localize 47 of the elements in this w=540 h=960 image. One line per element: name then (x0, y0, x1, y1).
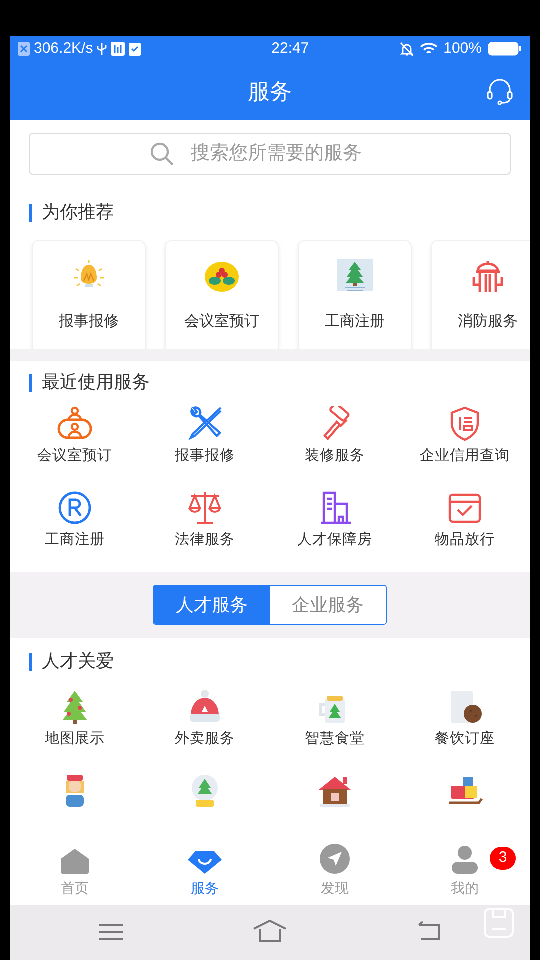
usb-icon (97, 42, 108, 56)
diamond-smile-icon (188, 850, 222, 874)
section-title: 最近使用服务 (42, 371, 150, 394)
service-link[interactable]: 地图展示 (45, 729, 105, 751)
search-input: 搜索您所需要的服务 (191, 140, 391, 168)
clipboard-check-icon (129, 42, 142, 56)
service-link[interactable]: 会议室预订 (38, 446, 112, 468)
holly-icon (204, 259, 240, 295)
tab-bar-item[interactable]: 我的 3 (400, 843, 530, 905)
service-link[interactable]: 外卖服务 (175, 729, 235, 751)
page-title: 服务 (248, 78, 292, 106)
service-link[interactable]: 餐饮订座 (435, 729, 495, 751)
home-icon[interactable] (253, 919, 287, 943)
wifi-icon (420, 42, 438, 56)
service-link[interactable]: 工商注册 (45, 530, 105, 552)
user-icon (452, 846, 478, 874)
muted-bell-icon (400, 42, 414, 56)
service-link[interactable]: 装修服务 (305, 446, 365, 468)
section-title: 人才关爱 (42, 650, 114, 673)
wrench-screwdriver-icon (187, 406, 223, 442)
section-title: 为你推荐 (42, 201, 114, 224)
registered-icon (57, 490, 93, 526)
home-icon (60, 848, 90, 874)
data-icon (111, 42, 126, 56)
segment-tab[interactable]: 人才服务 (154, 586, 270, 624)
beanie-icon (187, 689, 223, 725)
scales-icon (187, 490, 223, 526)
service-link[interactable]: 企业信用查询 (420, 446, 510, 468)
sim-icon (18, 42, 30, 56)
battery-icon (488, 42, 522, 56)
notification-badge: 3 (490, 847, 516, 870)
search-field[interactable]: 搜索您所需要的服务 (29, 133, 511, 175)
service-link[interactable]: 报事报修 (175, 446, 235, 468)
service-link[interactable]: 物品放行 (435, 530, 495, 552)
tab-bar-item[interactable]: 服务 (140, 843, 270, 905)
search-icon (149, 141, 175, 167)
hydrant-icon (470, 259, 506, 295)
menu-icon[interactable] (98, 923, 124, 941)
battery-level: 100% (444, 38, 482, 59)
headset-icon[interactable] (486, 79, 514, 105)
network-speed: 306.2K/s (34, 38, 94, 59)
service-link[interactable]: 法律服务 (175, 530, 235, 552)
segment-tab[interactable]: 企业服务 (270, 586, 386, 624)
people-icon (57, 406, 93, 442)
clock: 22:47 (272, 38, 310, 59)
service-link[interactable]: 智慧食堂 (305, 729, 365, 751)
service-link[interactable]: 人才保障房 (298, 530, 372, 552)
